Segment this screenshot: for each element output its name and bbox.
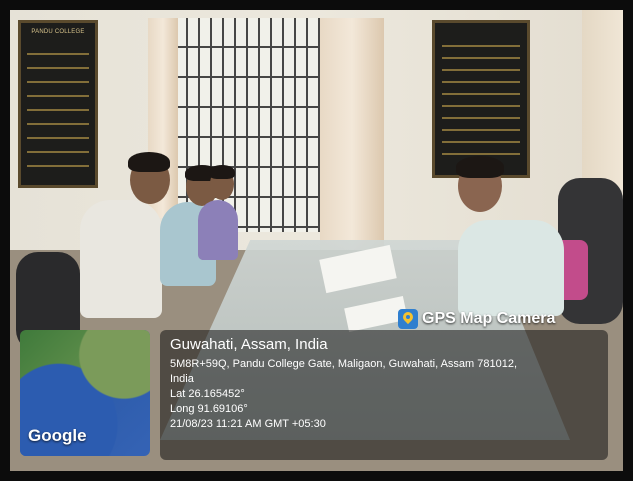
board-row	[26, 165, 90, 167]
board-row	[442, 57, 520, 59]
board-row	[442, 117, 520, 119]
honor-board-right	[432, 20, 530, 178]
shirt	[80, 200, 162, 318]
board-row	[26, 67, 90, 69]
board-row	[26, 53, 90, 55]
location-info-box: Guwahati, Assam, India 5M8R+59Q, Pandu C…	[160, 330, 608, 460]
board-row	[442, 153, 520, 155]
hair	[456, 156, 504, 178]
board-row	[442, 69, 520, 71]
board-row	[442, 81, 520, 83]
latitude: Lat 26.165452°	[170, 388, 245, 400]
board-row	[26, 137, 90, 139]
honor-board-left: PANDU COLLEGE	[18, 20, 98, 188]
board-row	[442, 129, 520, 131]
gps-map-camera-brand: GPS Map Camera	[398, 306, 555, 332]
map-pin-icon	[398, 309, 418, 329]
board-row	[26, 95, 90, 97]
curtain-right	[320, 18, 384, 250]
board-row	[26, 151, 90, 153]
board-row	[442, 93, 520, 95]
longitude: Long 91.69106°	[170, 403, 248, 415]
hair	[128, 152, 170, 172]
hair	[209, 165, 235, 179]
timestamp: 21/08/23 11:21 AM GMT +05:30	[170, 418, 326, 430]
board-row	[26, 81, 90, 83]
board-row	[442, 141, 520, 143]
saree	[458, 220, 564, 316]
gps-brand-label: GPS Map Camera	[422, 310, 556, 327]
board-row	[442, 45, 520, 47]
board-row	[26, 109, 90, 111]
shirt	[198, 200, 238, 260]
curtain-far-right	[582, 10, 623, 190]
address-line: 5M8R+59Q, Pandu College Gate, Maligaon, …	[170, 358, 518, 370]
board-row	[26, 123, 90, 125]
map-thumbnail: Google	[20, 330, 150, 456]
image-frame: PANDU COLLEGE GPS Map Camera Google Guwa…	[0, 0, 633, 481]
google-logo: Google	[28, 426, 87, 445]
location-title: Guwahati, Assam, India	[170, 336, 328, 353]
honor-board-left-heading: PANDU COLLEGE	[31, 29, 85, 35]
board-row	[442, 105, 520, 107]
address-line-country: India	[170, 373, 194, 385]
